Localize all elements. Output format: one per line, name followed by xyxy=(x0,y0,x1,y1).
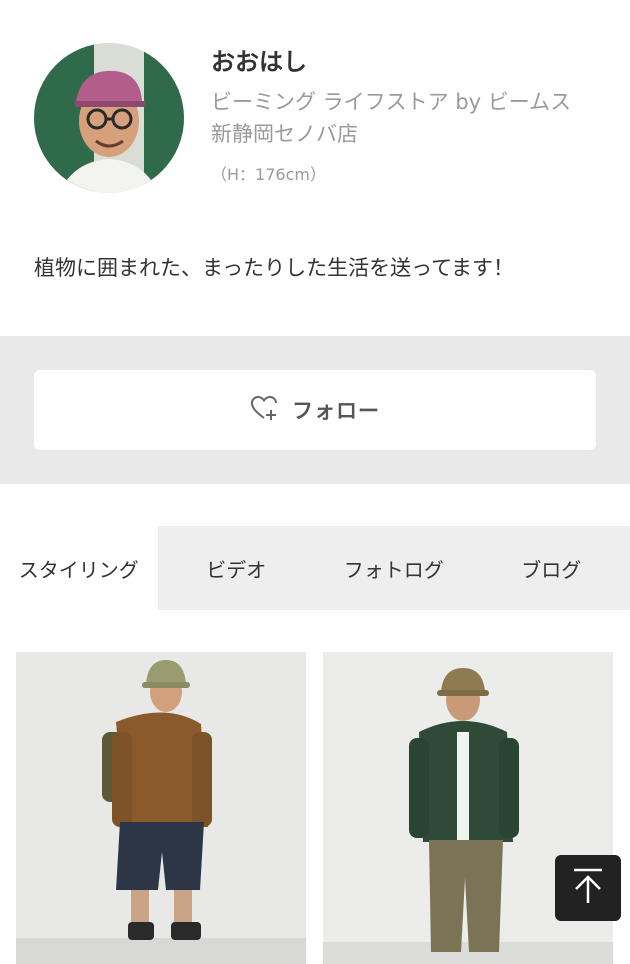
back-to-top-button[interactable] xyxy=(555,855,621,921)
styling-grid xyxy=(16,652,614,964)
shop-name[interactable]: ビーミング ライフストア by ビームス 新静岡セノバ店 xyxy=(211,86,591,150)
tab-photolog[interactable]: フォトログ xyxy=(315,526,473,610)
arrow-up-icon xyxy=(571,867,605,909)
profile-height: （H：176cm） xyxy=(211,165,326,184)
tab-video[interactable]: ビデオ xyxy=(158,526,316,610)
content-tabs: スタイリング ビデオ フォトログ ブログ xyxy=(0,526,630,610)
profile-header: おおはし ビーミング ライフストア by ビームス 新静岡セノバ店 （H：176… xyxy=(0,0,630,336)
follow-button[interactable]: フォロー xyxy=(34,370,596,450)
tab-styling[interactable]: スタイリング xyxy=(0,526,158,610)
profile-bio: 植物に囲まれた、まったりした生活を送ってます！ xyxy=(34,256,515,280)
profile-name: おおはし xyxy=(211,48,307,76)
styling-photo[interactable] xyxy=(16,652,306,964)
avatar xyxy=(34,43,184,193)
follow-label: フォロー xyxy=(292,399,380,423)
tab-blog[interactable]: ブログ xyxy=(473,526,630,610)
follow-section: フォロー xyxy=(0,336,630,484)
heart-plus-icon xyxy=(250,395,278,425)
avatar-photo xyxy=(34,43,184,193)
